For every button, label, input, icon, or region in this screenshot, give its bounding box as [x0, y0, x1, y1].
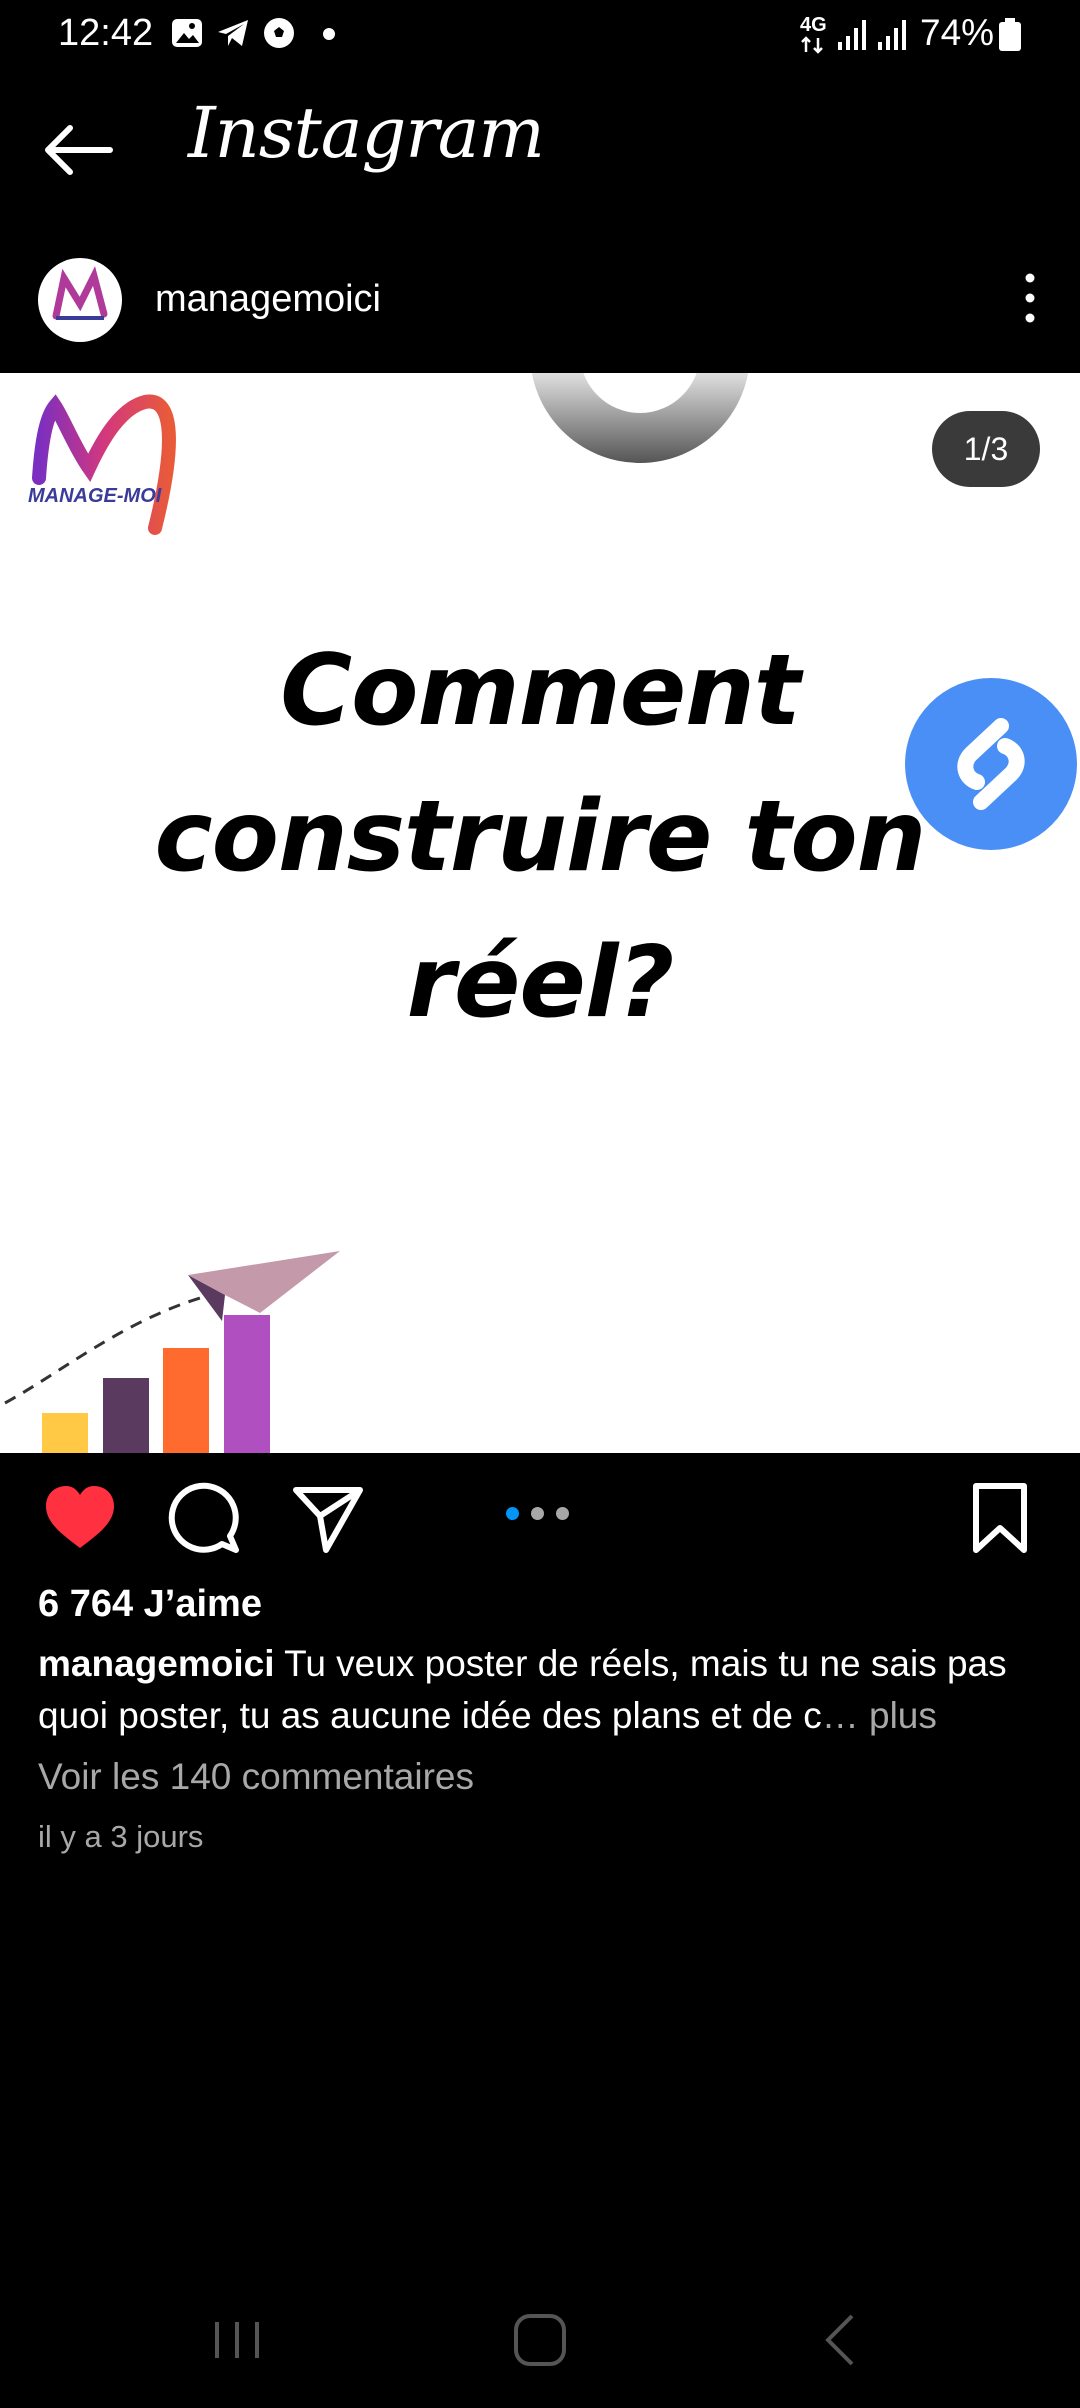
- battery-percent: 74%: [920, 12, 995, 53]
- home-icon[interactable]: [510, 2310, 570, 2370]
- comment-icon[interactable]: [164, 1478, 244, 1558]
- more-options-icon[interactable]: [1010, 270, 1050, 326]
- data-arrows-icon: [801, 36, 823, 54]
- avatar[interactable]: [38, 258, 122, 342]
- post-timestamp: il y a 3 jours: [38, 1819, 204, 1854]
- dot-icon: [323, 28, 335, 40]
- view-comments-link[interactable]: Voir les 140 commentaires: [38, 1756, 474, 1798]
- save-bookmark-icon[interactable]: [960, 1478, 1040, 1558]
- logo-text: MANAGE-MOI: [28, 485, 162, 507]
- carousel-dot: [556, 1507, 569, 1520]
- post-image[interactable]: MANAGE-MOI 1/3 Comment construire ton ré…: [0, 373, 1080, 1453]
- caption-more-link[interactable]: … plus: [822, 1695, 937, 1736]
- like-icon[interactable]: [40, 1478, 120, 1558]
- telegram-icon: [218, 20, 248, 46]
- manage-moi-logo-icon: [32, 394, 176, 535]
- manage-moi-logo-icon: [52, 266, 108, 320]
- shazam-bubble[interactable]: [905, 678, 1077, 850]
- soccer-ball-icon: [264, 18, 294, 48]
- gallery-icon: [172, 19, 202, 47]
- post-username[interactable]: managemoici: [155, 278, 381, 321]
- instagram-logo: Instagram: [188, 92, 545, 174]
- carousel-dot: [531, 1507, 544, 1520]
- growth-chart-illustration: [4, 1251, 340, 1453]
- signal-icon: [838, 20, 866, 50]
- back-nav-icon[interactable]: [812, 2310, 872, 2370]
- status-time: 12:42: [58, 12, 154, 54]
- caption-username[interactable]: managemoici: [38, 1643, 274, 1684]
- share-icon[interactable]: [288, 1478, 368, 1558]
- post-caption[interactable]: managemoici Tu veux poster de réels, mai…: [38, 1638, 1058, 1742]
- signal-icon: [878, 20, 906, 50]
- shazam-icon: [957, 718, 1025, 810]
- headline-line-3: réel?: [406, 926, 675, 1040]
- recent-apps-icon[interactable]: [207, 2310, 267, 2370]
- likes-count[interactable]: 6 764 J’aime: [38, 1583, 262, 1626]
- ring-graphic: [531, 373, 749, 463]
- back-arrow-icon[interactable]: [40, 120, 120, 180]
- slide-counter: 1/3: [932, 411, 1040, 487]
- network-type: 4G: [800, 14, 827, 36]
- carousel-dot-active: [506, 1507, 519, 1520]
- status-bar: 12:42 4G 74%: [0, 0, 1080, 70]
- battery-icon: [999, 18, 1021, 51]
